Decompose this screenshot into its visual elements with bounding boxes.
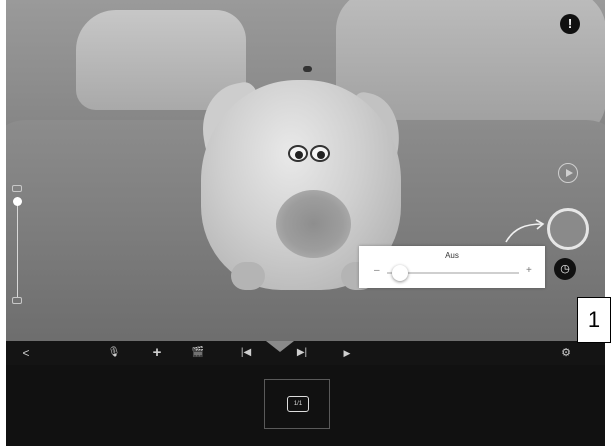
clip-thumbnail[interactable]: 1/1 xyxy=(264,379,330,429)
timer-icon[interactable]: ◷ xyxy=(554,258,576,280)
pig-eye xyxy=(288,145,308,162)
hint-arrow-icon xyxy=(505,219,545,243)
shutter-button[interactable] xyxy=(547,208,589,250)
pig-leg xyxy=(231,262,265,290)
timer-panel-title: Aus xyxy=(445,251,459,260)
pig-snout xyxy=(276,190,351,258)
bottom-toolbar: < 🎙 + 🎬 |◀ ▶| ▶ ⚙ xyxy=(6,341,605,365)
drawer-toggle-icon[interactable] xyxy=(266,341,294,352)
clapperboard-icon[interactable]: 🎬 xyxy=(189,341,207,365)
zoom-track xyxy=(17,197,18,297)
camera-icon: 1/1 xyxy=(287,396,309,412)
coin-slot xyxy=(303,66,312,72)
timer-slider-thumb[interactable] xyxy=(391,265,408,281)
play-circle-icon[interactable] xyxy=(558,163,578,183)
skip-forward-icon[interactable]: ▶| xyxy=(292,341,312,365)
add-icon[interactable]: + xyxy=(149,341,165,365)
zoom-thumb[interactable] xyxy=(13,197,22,206)
info-icon[interactable]: ! xyxy=(560,14,580,34)
play-icon[interactable]: ▶ xyxy=(339,341,355,365)
zoom-slider[interactable] xyxy=(9,185,27,310)
microphone-icon[interactable]: 🎙 xyxy=(106,341,122,365)
annotation-label: 1 xyxy=(577,297,611,343)
pig-eye xyxy=(310,145,330,162)
settings-icon[interactable]: ⚙ xyxy=(558,341,574,365)
timer-panel: Aus – + xyxy=(359,246,545,288)
app-frame: ! ◷ Aus – + < 🎙 + 🎬 |◀ ▶| ▶ ⚙ 1/1 xyxy=(6,0,605,446)
back-icon[interactable]: < xyxy=(18,341,34,365)
zoom-max-icon xyxy=(12,185,22,192)
zoom-min-icon xyxy=(12,297,22,304)
skip-back-icon[interactable]: |◀ xyxy=(236,341,256,365)
minus-icon[interactable]: – xyxy=(374,265,380,276)
camera-viewport: ! ◷ Aus – + xyxy=(6,0,605,341)
plus-icon[interactable]: + xyxy=(526,265,532,276)
